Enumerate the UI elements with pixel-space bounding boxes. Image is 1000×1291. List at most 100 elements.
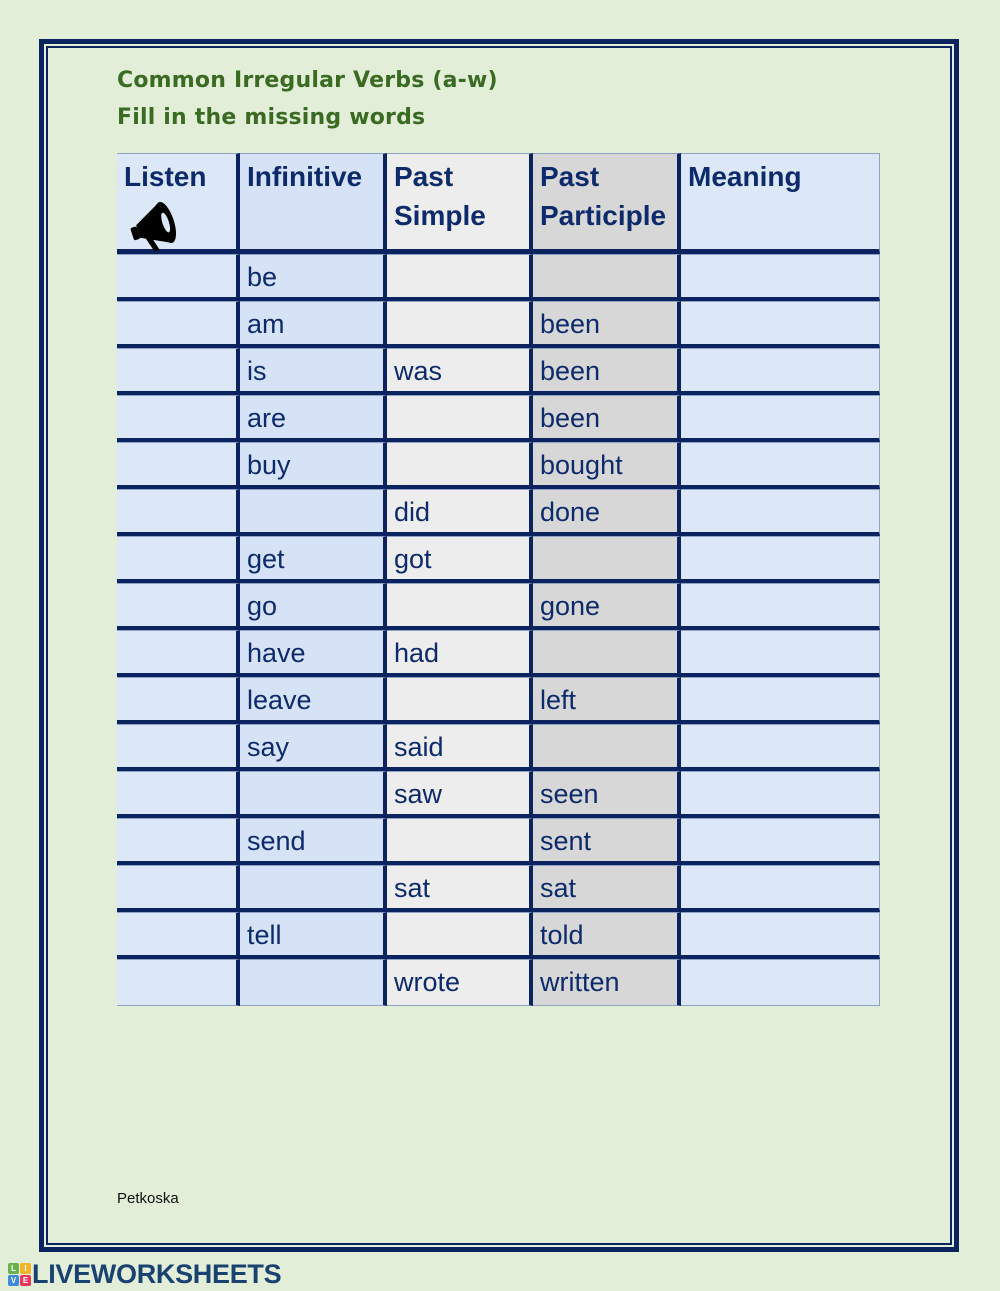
listen-audio-button[interactable] — [117, 301, 240, 348]
liveworksheets-logo-icon: LIVE — [8, 1263, 31, 1286]
table-row: leave left — [117, 677, 880, 724]
infinitive-input[interactable] — [240, 865, 387, 912]
meaning-input[interactable] — [681, 348, 880, 395]
listen-audio-button[interactable] — [117, 677, 240, 724]
author-credit: Petkoska — [117, 1190, 179, 1207]
listen-audio-button[interactable] — [117, 724, 240, 771]
past-simple-input[interactable] — [387, 442, 533, 489]
listen-audio-button[interactable] — [117, 865, 240, 912]
past-simple-cell: was — [387, 348, 533, 395]
table-row: get got — [117, 536, 880, 583]
listen-audio-button[interactable] — [117, 818, 240, 865]
table-row: wrote written — [117, 959, 880, 1006]
header-past-simple: Past Simple — [387, 153, 533, 254]
title-line-2: Fill in the missing words — [117, 105, 426, 130]
meaning-input[interactable] — [681, 818, 880, 865]
header-infinitive: Infinitive — [240, 153, 387, 254]
listen-audio-button[interactable] — [117, 771, 240, 818]
listen-audio-button[interactable] — [117, 630, 240, 677]
infinitive-cell: am — [240, 301, 387, 348]
logo-tile: L — [8, 1263, 19, 1274]
past-participle-cell: sat — [533, 865, 681, 912]
listen-audio-button[interactable] — [117, 254, 240, 301]
brand-name: LIVEWORKSHEETS — [32, 1259, 282, 1289]
infinitive-input[interactable] — [240, 489, 387, 536]
table-row: go gone — [117, 583, 880, 630]
table-row: are been — [117, 395, 880, 442]
past-simple-cell: did — [387, 489, 533, 536]
past-participle-cell: told — [533, 912, 681, 959]
past-simple-cell: wrote — [387, 959, 533, 1006]
past-simple-input[interactable] — [387, 677, 533, 724]
past-participle-input[interactable] — [533, 630, 681, 677]
meaning-input[interactable] — [681, 489, 880, 536]
past-simple-input[interactable] — [387, 254, 533, 301]
past-participle-input[interactable] — [533, 536, 681, 583]
header-past-participle: Past Participle — [533, 153, 681, 254]
infinitive-cell: say — [240, 724, 387, 771]
past-simple-input[interactable] — [387, 301, 533, 348]
meaning-input[interactable] — [681, 912, 880, 959]
table-row: have had — [117, 630, 880, 677]
meaning-input[interactable] — [681, 536, 880, 583]
infinitive-input[interactable] — [240, 771, 387, 818]
listen-audio-button[interactable] — [117, 395, 240, 442]
table-row: is was been — [117, 348, 880, 395]
listen-audio-button[interactable] — [117, 442, 240, 489]
past-participle-cell: been — [533, 348, 681, 395]
past-participle-cell: gone — [533, 583, 681, 630]
table-row: am been — [117, 301, 880, 348]
past-participle-cell: written — [533, 959, 681, 1006]
table-row: send sent — [117, 818, 880, 865]
header-past-simple-line2: Simple — [394, 200, 486, 231]
meaning-input[interactable] — [681, 442, 880, 489]
infinitive-cell: have — [240, 630, 387, 677]
past-simple-input[interactable] — [387, 395, 533, 442]
header-past-simple-line1: Past — [394, 161, 454, 192]
logo-tile: I — [20, 1263, 31, 1274]
infinitive-cell: go — [240, 583, 387, 630]
meaning-input[interactable] — [681, 254, 880, 301]
past-participle-cell: bought — [533, 442, 681, 489]
infinitive-cell: tell — [240, 912, 387, 959]
meaning-input[interactable] — [681, 301, 880, 348]
brand-footer[interactable]: LIVE LIVEWORKSHEETS — [8, 1259, 282, 1290]
listen-audio-button[interactable] — [117, 583, 240, 630]
listen-audio-button[interactable] — [117, 489, 240, 536]
listen-audio-button[interactable] — [117, 959, 240, 1006]
verbs-table: Listen Infinitive Past Simple Past Parti… — [117, 153, 880, 1006]
meaning-input[interactable] — [681, 630, 880, 677]
header-meaning: Meaning — [681, 153, 880, 254]
meaning-input[interactable] — [681, 865, 880, 912]
listen-audio-button[interactable] — [117, 348, 240, 395]
infinitive-cell: send — [240, 818, 387, 865]
logo-tile: E — [20, 1275, 31, 1286]
past-simple-input[interactable] — [387, 818, 533, 865]
past-simple-input[interactable] — [387, 583, 533, 630]
past-simple-cell: sat — [387, 865, 533, 912]
title-line-1: Common Irregular Verbs (a-w) — [117, 68, 498, 93]
infinitive-cell: is — [240, 348, 387, 395]
past-participle-input[interactable] — [533, 724, 681, 771]
meaning-input[interactable] — [681, 677, 880, 724]
header-listen: Listen — [117, 153, 240, 254]
table-row: did done — [117, 489, 880, 536]
past-simple-cell: got — [387, 536, 533, 583]
past-participle-cell: been — [533, 395, 681, 442]
megaphone-icon[interactable] — [127, 198, 183, 254]
listen-audio-button[interactable] — [117, 912, 240, 959]
logo-tile: V — [8, 1275, 19, 1286]
meaning-input[interactable] — [681, 959, 880, 1006]
meaning-input[interactable] — [681, 724, 880, 771]
meaning-input[interactable] — [681, 583, 880, 630]
listen-audio-button[interactable] — [117, 536, 240, 583]
infinitive-input[interactable] — [240, 959, 387, 1006]
past-simple-cell: said — [387, 724, 533, 771]
past-participle-input[interactable] — [533, 254, 681, 301]
meaning-input[interactable] — [681, 395, 880, 442]
meaning-input[interactable] — [681, 771, 880, 818]
past-participle-cell: sent — [533, 818, 681, 865]
past-participle-cell: left — [533, 677, 681, 724]
past-simple-input[interactable] — [387, 912, 533, 959]
table-row: be — [117, 254, 880, 301]
